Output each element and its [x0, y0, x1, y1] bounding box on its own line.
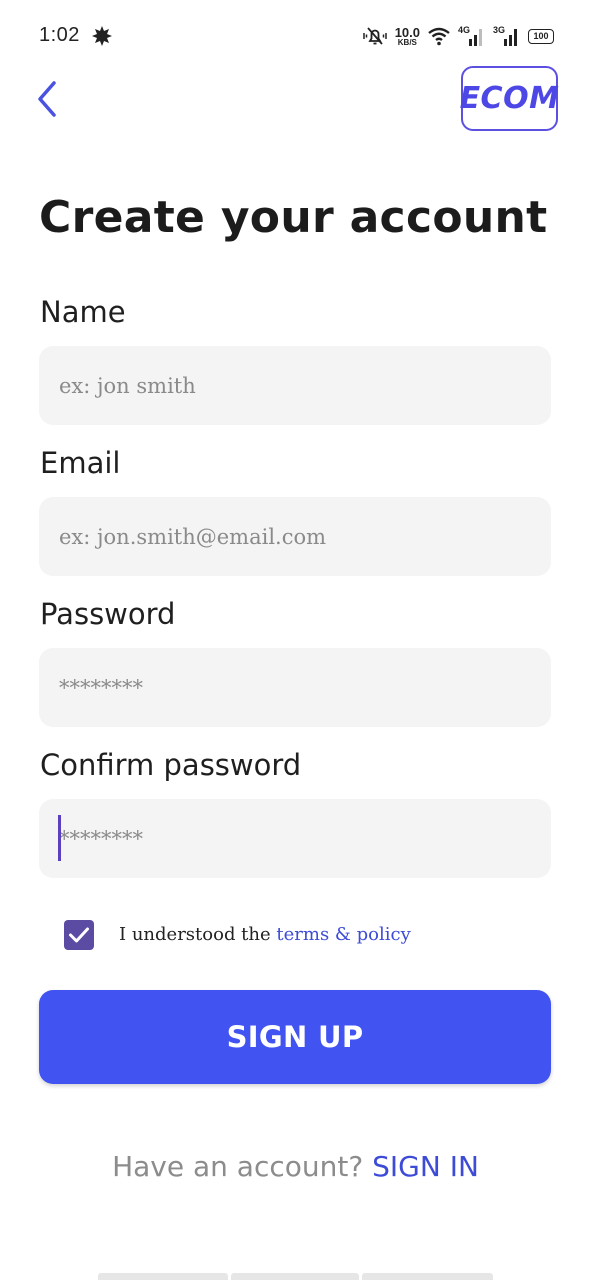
password-input[interactable] [39, 648, 551, 727]
brand-logo: ECOM [459, 66, 560, 131]
nav-handle-left [98, 1273, 228, 1280]
terms-policy-link[interactable]: terms & policy [276, 924, 410, 945]
password-label: Password [40, 597, 176, 631]
nav-handle-center [231, 1273, 359, 1280]
confirm-password-label: Confirm password [40, 748, 302, 782]
status-time: 1:02 [39, 24, 80, 46]
leaf-icon [92, 26, 112, 46]
terms-text: I understood the terms & policy [119, 924, 411, 945]
signin-prompt-row: Have an account? SIGN IN [0, 1150, 591, 1183]
terms-prefix: I understood the [119, 924, 277, 945]
logo-text: ECOM [459, 81, 560, 116]
signin-prompt: Have an account? [112, 1150, 373, 1183]
sign-up-button[interactable]: SIGN UP [39, 990, 551, 1084]
chevron-left-icon [38, 81, 56, 117]
text-cursor [58, 815, 61, 861]
signal-4g: 4G [458, 25, 486, 47]
signal-bars-icon [469, 29, 482, 46]
email-label: Email [40, 446, 121, 480]
wifi-icon [428, 27, 450, 46]
status-bar: 1:02 10.0 KB/S 4G 3G 100 [0, 0, 591, 72]
checkmark-icon [69, 927, 89, 943]
network-speed: 10.0 KB/S [395, 26, 420, 47]
signal-3g: 3G [493, 25, 521, 47]
network-speed-unit: KB/S [397, 37, 417, 47]
nav-handle-right [362, 1273, 493, 1280]
bell-off-icon [362, 27, 387, 45]
status-icons: 10.0 KB/S 4G 3G 100 [362, 23, 554, 49]
signal-bars-icon [504, 29, 517, 46]
back-button[interactable] [30, 79, 66, 119]
email-input[interactable] [39, 497, 551, 576]
terms-checkbox[interactable] [64, 920, 94, 950]
name-input[interactable] [39, 346, 551, 425]
email-field [39, 497, 551, 576]
page-title: Create your account [39, 192, 548, 243]
name-field [39, 346, 551, 425]
network-speed-value: 10.0 [394, 24, 420, 40]
battery-icon: 100 [528, 28, 554, 44]
password-field [39, 648, 551, 727]
confirm-password-field [39, 799, 551, 878]
sign-in-link[interactable]: SIGN IN [372, 1150, 479, 1183]
name-label: Name [40, 295, 126, 329]
confirm-password-input[interactable] [39, 799, 551, 878]
